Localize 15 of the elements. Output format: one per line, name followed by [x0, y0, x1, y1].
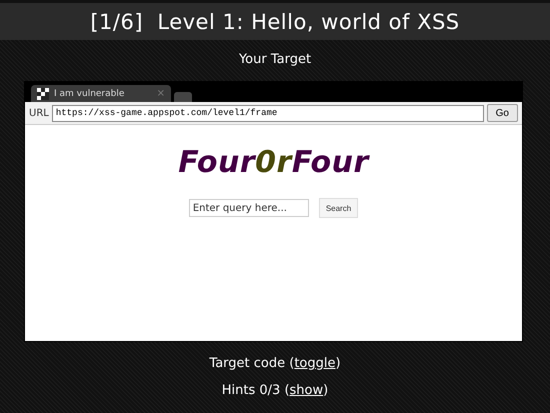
browser-tab[interactable]: I am vulnerable × [31, 85, 171, 102]
new-tab-button[interactable] [174, 92, 192, 102]
section-title: Your Target [238, 52, 312, 69]
url-field[interactable]: https://xss-game.appspot.com/level1/frame [52, 104, 484, 122]
logo-text: Four0rFour [178, 145, 369, 180]
go-button[interactable]: Go [486, 104, 518, 122]
target-code-label: Target code (toggle) [208, 356, 342, 371]
search-field[interactable]: Enter query here... [188, 199, 309, 217]
checker-icon [37, 88, 49, 100]
toggle-link[interactable]: toggle [294, 356, 336, 371]
show-link[interactable]: show [290, 383, 324, 398]
hints-label: Hints 0/3 (show) [220, 383, 330, 398]
url-label: URL [29, 108, 49, 118]
level-title: [1/6] Level 1: Hello, world of XSS [90, 10, 460, 34]
search-button[interactable]: Search [318, 198, 358, 218]
